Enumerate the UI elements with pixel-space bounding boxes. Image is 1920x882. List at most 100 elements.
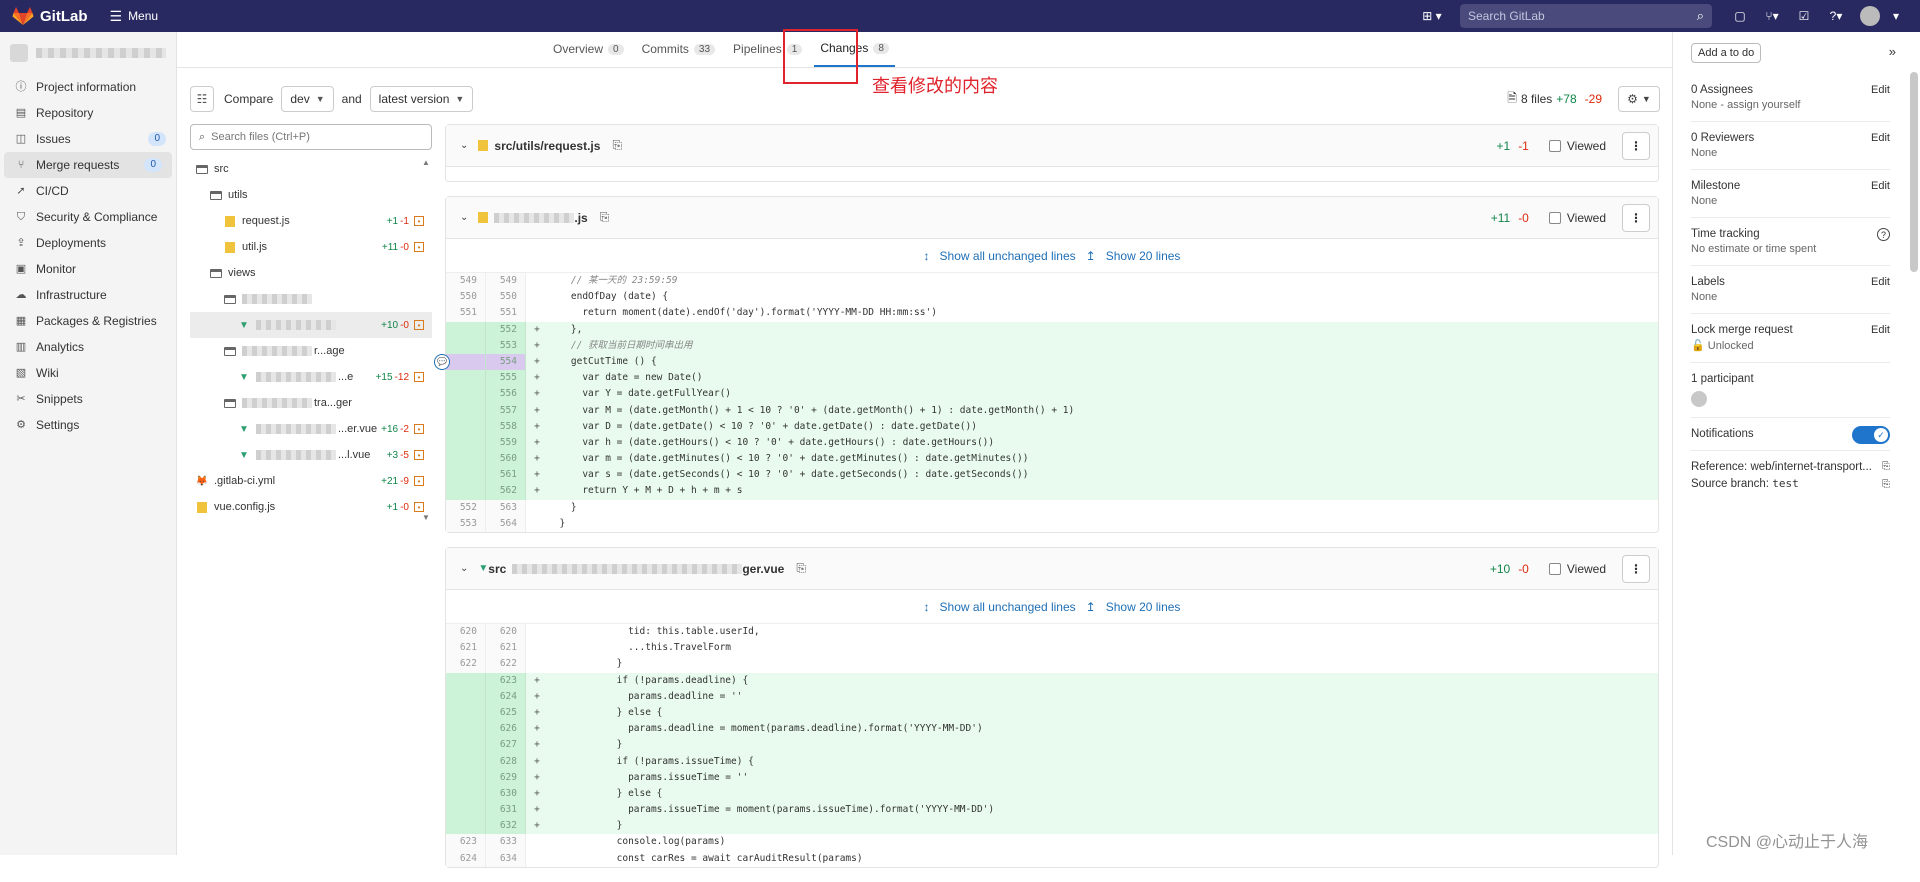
old-line-number[interactable]: 549	[446, 273, 486, 290]
new-line-number[interactable]: 629	[486, 769, 526, 786]
copy-icon[interactable]: ⎘	[1882, 479, 1890, 490]
tab-commits[interactable]: Commits 33	[636, 31, 721, 67]
edit-link[interactable]: Edit	[1871, 324, 1890, 336]
copy-path-icon[interactable]: ⎘	[612, 138, 622, 153]
old-line-number[interactable]	[446, 402, 486, 419]
copy-icon[interactable]: ⎘	[1882, 461, 1890, 472]
file-tree-row[interactable]: ▼ ...e +15 -12 •	[190, 364, 432, 390]
new-line-number[interactable]: 634	[486, 850, 526, 867]
create-new-icon[interactable]: ⊞ ▾	[1422, 6, 1442, 26]
new-line-number[interactable]: 631	[486, 802, 526, 819]
merge-requests-icon[interactable]: ⑂▾	[1762, 6, 1782, 26]
source-branch-dropdown[interactable]: dev ▼	[281, 86, 334, 112]
file-options-button[interactable]: ⋮	[1622, 203, 1650, 232]
chevron-down-icon[interactable]: ▾	[1886, 6, 1906, 26]
new-line-number[interactable]: 559	[486, 434, 526, 452]
old-line-number[interactable]: 620	[446, 624, 486, 641]
menu-button[interactable]: ☰ Menu	[110, 8, 159, 25]
new-line-number[interactable]: 632	[486, 818, 526, 835]
new-line-number[interactable]: 633	[486, 834, 526, 851]
scroll-down-arrow[interactable]: ▼	[420, 513, 432, 522]
old-line-number[interactable]: 623	[446, 834, 486, 851]
old-line-number[interactable]: 621	[446, 640, 486, 657]
old-line-number[interactable]: 550	[446, 289, 486, 306]
new-line-number[interactable]: 562	[486, 483, 526, 500]
sidebar-item[interactable]: ▦ Packages & Registries	[0, 308, 176, 334]
old-line-number[interactable]: 553	[446, 515, 486, 532]
file-tree-row[interactable]: ▼ ...l.vue +3 -5 •	[190, 442, 432, 468]
sidebar-item[interactable]: ◫ Issues 0	[0, 126, 176, 152]
file-tree-row[interactable]: vue.config.js +1 -0 •	[190, 494, 432, 520]
new-line-number[interactable]: 623	[486, 672, 526, 689]
new-line-number[interactable]: 549	[486, 273, 526, 290]
files-summary[interactable]: 8 files	[1521, 92, 1552, 106]
old-line-number[interactable]	[446, 769, 486, 786]
file-tree-row[interactable]: 🦊 .gitlab-ci.yml +21 -9 •	[190, 468, 432, 494]
new-line-number[interactable]: 622	[486, 656, 526, 673]
new-line-number[interactable]: 627	[486, 737, 526, 754]
collapse-sidebar-icon[interactable]: »	[1889, 44, 1896, 59]
edit-link[interactable]: Edit	[1871, 84, 1890, 96]
new-line-number[interactable]: 628	[486, 753, 526, 770]
old-line-number[interactable]	[446, 721, 486, 738]
old-line-number[interactable]: 552	[446, 499, 486, 516]
old-line-number[interactable]	[446, 785, 486, 803]
show-all-lines-link[interactable]: Show all unchanged lines	[940, 600, 1076, 614]
edit-link[interactable]: Edit	[1871, 276, 1890, 288]
old-line-number[interactable]: 624	[446, 850, 486, 867]
diff-file-header[interactable]: ⌄ ▼ src ger.vue ⎘ +10 -0 Viewed ⋮	[446, 548, 1658, 590]
old-line-number[interactable]	[446, 386, 486, 403]
file-tree-row[interactable]: r...age	[190, 338, 432, 364]
gitlab-logo[interactable]: GitLab	[12, 6, 88, 26]
old-line-number[interactable]	[446, 337, 486, 354]
new-line-number[interactable]: 625	[486, 704, 526, 722]
comment-icon[interactable]: 💬	[434, 353, 450, 370]
new-line-number[interactable]: 555	[486, 370, 526, 387]
old-line-number[interactable]	[446, 483, 486, 500]
file-tree-toggle[interactable]: ☷	[190, 86, 214, 112]
old-line-number[interactable]	[446, 737, 486, 754]
new-line-number[interactable]: 624	[486, 688, 526, 705]
old-line-number[interactable]: 551	[446, 305, 486, 322]
new-line-number[interactable]: 553	[486, 337, 526, 354]
viewed-checkbox[interactable]	[1548, 139, 1561, 152]
old-line-number[interactable]	[446, 321, 486, 338]
new-line-number[interactable]: 630	[486, 785, 526, 803]
user-avatar[interactable]	[1860, 6, 1880, 26]
help-icon[interactable]: ?▾	[1826, 6, 1846, 26]
file-path[interactable]: src/utils/request.js	[494, 139, 600, 153]
old-line-number[interactable]	[446, 818, 486, 835]
todos-icon[interactable]: ☑	[1794, 6, 1814, 26]
old-line-number[interactable]	[446, 467, 486, 484]
sidebar-item[interactable]: ➚ CI/CD	[0, 178, 176, 204]
file-path[interactable]: .js	[574, 211, 587, 225]
file-path[interactable]: ger.vue	[742, 562, 784, 576]
file-tree-row[interactable]: util.js +11 -0 •	[190, 234, 432, 260]
old-line-number[interactable]	[446, 353, 486, 371]
issues-icon[interactable]: ▢	[1730, 6, 1750, 26]
edit-link[interactable]: Edit	[1871, 180, 1890, 192]
diff-file-header[interactable]: ⌄ src/utils/request.js ⎘ +1 -1 Viewed ⋮	[446, 125, 1658, 167]
file-tree-scrollbar[interactable]: ▲ ▼	[420, 158, 432, 522]
sidebar-item[interactable]: ✂ Snippets	[0, 386, 176, 412]
chevron-down-icon[interactable]: ⌄	[460, 563, 468, 574]
new-line-number[interactable]: 552	[486, 321, 526, 338]
new-line-number[interactable]: 621	[486, 640, 526, 657]
old-line-number[interactable]	[446, 753, 486, 770]
file-options-button[interactable]: ⋮	[1622, 554, 1650, 583]
new-line-number[interactable]: 564	[486, 515, 526, 532]
file-tree-row[interactable]: tra...ger	[190, 390, 432, 416]
old-line-number[interactable]	[446, 704, 486, 722]
new-line-number[interactable]: 620	[486, 624, 526, 641]
file-tree-row[interactable]: src	[190, 156, 432, 182]
old-line-number[interactable]	[446, 370, 486, 387]
file-options-button[interactable]: ⋮	[1622, 131, 1650, 160]
old-line-number[interactable]	[446, 451, 486, 468]
edit-link[interactable]: Edit	[1871, 132, 1890, 144]
sidebar-item[interactable]: ▣ Monitor	[0, 256, 176, 282]
copy-path-icon[interactable]: ⎘	[600, 210, 610, 225]
file-tree-row[interactable]: utils	[190, 182, 432, 208]
new-line-number[interactable]: 550	[486, 289, 526, 306]
file-tree-row[interactable]: views	[190, 260, 432, 286]
show-20-lines-link[interactable]: Show 20 lines	[1106, 600, 1181, 614]
